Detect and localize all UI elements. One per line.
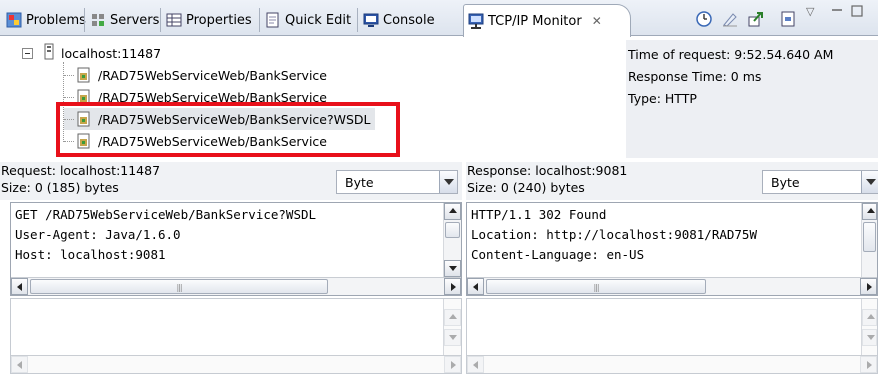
time-of-request: Time of request: 9:52.54.640 AM — [628, 47, 834, 62]
tab-divider — [160, 8, 161, 32]
close-icon[interactable]: ✕ — [592, 14, 602, 28]
maximize-icon[interactable] — [850, 4, 870, 24]
response-content: HTTP/1.1 302 Found Location: http://local… — [467, 203, 877, 267]
vertical-scrollbar[interactable] — [861, 203, 877, 277]
scroll-left-icon — [467, 356, 484, 373]
request-line: GET /RAD75WebServiceWeb/BankService?WSDL — [15, 207, 317, 222]
tab-quick-edit[interactable]: Quick Edit — [261, 6, 351, 34]
console-icon — [363, 12, 379, 28]
scroll-down-icon — [444, 329, 461, 346]
tree-root-label: localhost:11487 — [61, 45, 162, 61]
pin-icon[interactable] — [778, 9, 798, 29]
tab-divider — [259, 8, 260, 32]
scroll-left-icon[interactable] — [11, 278, 28, 295]
horizontal-scrollbar[interactable] — [11, 355, 461, 373]
minimize-icon[interactable] — [830, 4, 850, 24]
scroll-right-icon — [444, 356, 461, 373]
tab-label: Console — [383, 12, 435, 28]
request-type: Type: HTTP — [628, 91, 697, 106]
response-format-value: Byte — [771, 175, 800, 190]
scroll-right-icon[interactable] — [444, 278, 461, 295]
tree-item-label: /RAD75WebServiceWeb/BankService — [98, 67, 327, 83]
tree-connector — [64, 74, 74, 76]
quick-edit-icon — [265, 12, 281, 28]
request-line: User-Agent: Java/1.6.0 — [15, 227, 181, 242]
tab-problems[interactable]: Problems — [2, 6, 86, 34]
view-menu-icon[interactable]: ▽ — [806, 5, 826, 25]
scroll-left-icon[interactable] — [467, 278, 484, 295]
properties-icon — [166, 12, 182, 28]
problems-icon — [6, 12, 22, 28]
response-body-pane[interactable] — [466, 298, 878, 374]
clear-icon[interactable] — [720, 9, 740, 29]
tree-item[interactable]: /RAD75WebServiceWeb/BankService — [64, 64, 327, 86]
scroll-up-icon[interactable] — [862, 203, 877, 220]
request-info-panel: Time of request: 9:52.54.640 AM Response… — [626, 40, 878, 158]
scroll-right-icon — [860, 356, 877, 373]
horizontal-scrollbar[interactable]: ||| — [11, 277, 461, 295]
tab-label: Problems — [26, 12, 86, 28]
response-time: Response Time: 0 ms — [628, 69, 762, 84]
tab-tcpip-monitor[interactable]: TCP/IP Monitor ✕ — [463, 4, 631, 37]
tree-connector — [64, 96, 74, 98]
tab-divider — [84, 8, 85, 32]
request-content: GET /RAD75WebServiceWeb/BankService?WSDL… — [11, 203, 461, 267]
response-host: Response: localhost:9081 — [467, 163, 628, 178]
servers-icon — [90, 12, 106, 28]
scroll-right-icon[interactable] — [860, 278, 877, 295]
request-line: Host: localhost:9081 — [15, 247, 166, 262]
response-line: Location: http://localhost:9081/RAD75W — [471, 227, 757, 242]
scroll-thumb[interactable]: ||| — [30, 279, 328, 294]
request-text-pane[interactable]: GET /RAD75WebServiceWeb/BankService?WSDL… — [10, 202, 462, 296]
response-format-select[interactable]: Byte — [762, 170, 878, 194]
request-format-select[interactable]: Byte — [336, 170, 458, 194]
clock-icon[interactable] — [694, 9, 714, 29]
response-line: HTTP/1.1 302 Found — [471, 207, 607, 222]
vertical-scrollbar[interactable] — [443, 299, 461, 355]
scroll-thumb[interactable] — [445, 222, 460, 238]
request-format-value: Byte — [345, 175, 374, 190]
chevron-down-icon[interactable] — [861, 171, 878, 193]
tab-servers[interactable]: Servers — [86, 6, 159, 34]
view-tab-bar: Problems Servers Properties Quick Edit C… — [0, 0, 878, 37]
request-header: Request: localhost:11487 Size: 0 (185) b… — [0, 162, 462, 200]
highlight-box — [56, 102, 400, 157]
tab-label: Servers — [110, 12, 160, 28]
tab-label: TCP/IP Monitor — [488, 13, 582, 29]
scroll-left-icon — [11, 356, 28, 373]
response-text-pane[interactable]: HTTP/1.1 302 Found Location: http://local… — [466, 202, 878, 296]
scroll-up-icon[interactable] — [444, 203, 461, 220]
chevron-down-icon[interactable] — [439, 171, 457, 193]
scroll-thumb[interactable] — [863, 222, 876, 252]
response-line: Content-Language: en-US — [471, 247, 645, 262]
scroll-up-icon — [862, 309, 877, 326]
response-header: Response: localhost:9081 Size: 0 (240) b… — [466, 162, 878, 200]
collapse-icon[interactable] — [22, 47, 33, 59]
document-icon — [76, 67, 93, 84]
tab-label: Properties — [186, 12, 252, 28]
scroll-down-icon — [862, 329, 877, 346]
scroll-thumb[interactable]: ||| — [486, 279, 706, 294]
host-icon — [43, 43, 55, 63]
vertical-scrollbar[interactable] — [443, 203, 461, 277]
scroll-up-icon — [444, 309, 461, 326]
request-size: Size: 0 (185) bytes — [1, 180, 119, 195]
request-host: Request: localhost:11487 — [1, 163, 161, 178]
tab-label: Quick Edit — [285, 12, 352, 28]
tcpip-monitor-icon — [468, 13, 484, 29]
export-icon[interactable] — [746, 9, 766, 29]
tab-divider — [357, 8, 358, 32]
response-size: Size: 0 (240) bytes — [467, 180, 585, 195]
tab-properties[interactable]: Properties — [162, 6, 252, 34]
horizontal-scrollbar[interactable] — [467, 355, 877, 373]
scroll-down-icon[interactable] — [444, 260, 461, 277]
tab-console[interactable]: Console — [359, 6, 435, 34]
horizontal-scrollbar[interactable]: ||| — [467, 277, 877, 295]
request-body-pane[interactable] — [10, 298, 462, 374]
vertical-scrollbar[interactable] — [861, 299, 877, 355]
tree-root[interactable]: localhost:11487 — [22, 42, 161, 64]
